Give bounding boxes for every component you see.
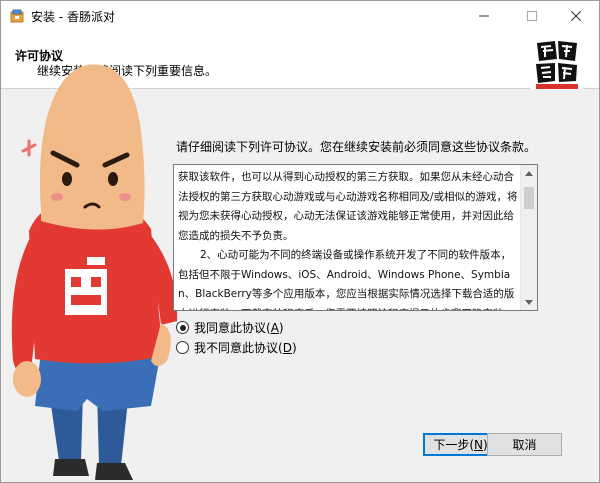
close-icon — [571, 11, 581, 21]
window-title: 安装 - 香肠派对 — [31, 10, 115, 24]
scroll-up-button[interactable] — [521, 165, 537, 181]
license-scrollbar[interactable] — [520, 165, 537, 310]
arrow-down-icon — [525, 299, 533, 305]
agree-radio-label: 我同意此协议(A) — [194, 321, 284, 335]
maximize-button[interactable] — [509, 1, 555, 31]
sausage-man-logo-icon — [531, 37, 583, 89]
installer-app-icon — [10, 9, 24, 23]
agree-radio-option[interactable]: 我同意此协议(A) — [176, 319, 284, 336]
maximize-icon — [527, 11, 537, 21]
scroll-thumb[interactable] — [524, 187, 534, 209]
license-paragraph: 2、心动可能为不同的终端设备或操作系统开发了不同的软件版本，包括但不限于Wind… — [178, 249, 515, 310]
license-paragraph: 获取该软件，也可以从得到心动授权的第三方获取。如果您从未经心动合法授权的第三方获… — [178, 171, 518, 242]
disagree-radio-label: 我不同意此协议(D) — [194, 341, 297, 355]
scroll-down-button[interactable] — [521, 294, 537, 310]
cancel-button[interactable]: 取消 — [487, 433, 562, 456]
license-instruction: 请仔细阅读下列许可协议。您在继续安装前必须同意这些协议条款。 — [176, 140, 537, 154]
license-text: 获取该软件，也可以从得到心动授权的第三方获取。如果您从未经心动合法授权的第三方获… — [178, 168, 518, 310]
disagree-radio-button[interactable] — [176, 341, 189, 354]
disagree-radio-option[interactable]: 我不同意此协议(D) — [176, 339, 297, 356]
minimize-icon — [479, 15, 489, 17]
license-text-area[interactable]: 获取该软件，也可以从得到心动授权的第三方获取。如果您从未经心动合法授权的第三方获… — [173, 164, 538, 311]
title-bar[interactable]: 安装 - 香肠派对 — [1, 1, 599, 31]
installer-window: 安装 - 香肠派对 许可协议 继续安装前请阅读下列重要信息。 请仔细阅读下列许可… — [0, 0, 600, 483]
sausage-mascot-illustration — [11, 64, 178, 480]
arrow-up-icon — [525, 170, 533, 176]
close-button[interactable] — [553, 1, 599, 31]
minimize-button[interactable] — [461, 1, 507, 31]
agree-radio-button[interactable] — [176, 321, 189, 334]
